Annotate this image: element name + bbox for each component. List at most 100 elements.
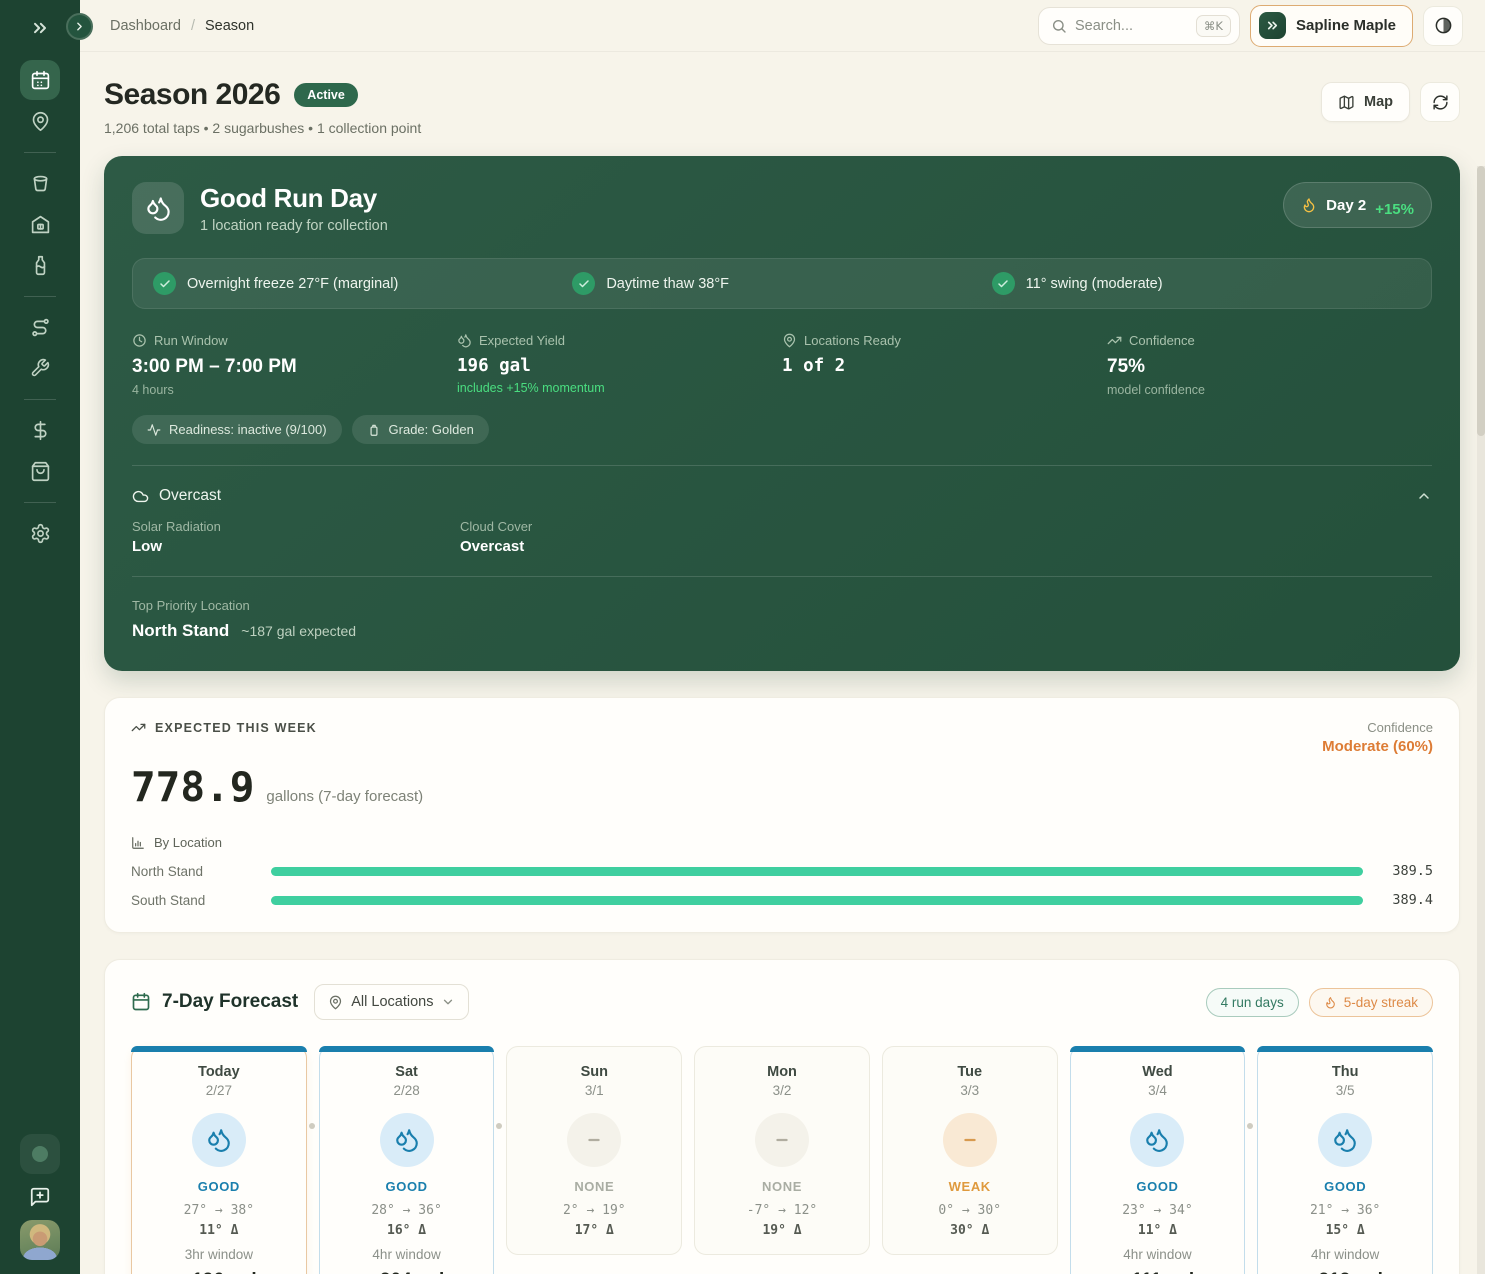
location-filter-value: All Locations (351, 994, 433, 1010)
droplets-icon (132, 182, 184, 234)
scrollbar-thumb[interactable] (1477, 166, 1485, 436)
day-card-topbar (319, 1046, 495, 1052)
bucket-icon (30, 173, 51, 194)
shopping-bag-icon (30, 461, 51, 482)
stat-expected-yield: Expected Yield 196 gal includes +15% mom… (457, 333, 782, 397)
sidebar-item-finance[interactable] (20, 410, 60, 450)
bottle-icon (30, 255, 51, 276)
dash-icon (755, 1113, 809, 1167)
grade-chip: Grade: Golden (352, 415, 489, 444)
main-area: Dashboard / Season ⌘K Sapline Maple (80, 0, 1485, 1274)
search-shortcut-kbd: ⌘K (1196, 15, 1231, 37)
weather-section-header: Overcast (132, 487, 1432, 505)
sidebar-item-equipment[interactable] (20, 348, 60, 388)
chevron-up-icon[interactable] (1416, 488, 1432, 504)
page-header: Season 2026 Active 1,206 total taps • 2 … (104, 78, 1460, 136)
condition-swing: 11° swing (moderate) (992, 272, 1411, 295)
check-icon (572, 272, 595, 295)
sync-status-tile[interactable] (20, 1134, 60, 1174)
condition-text: Overnight freeze 27°F (marginal) (187, 276, 398, 292)
theme-toggle-button[interactable] (1423, 6, 1463, 46)
week-total-unit: gallons (7-day forecast) (266, 788, 423, 805)
sidebar-expand-button[interactable] (66, 13, 93, 40)
brand-button[interactable]: Sapline Maple (1250, 5, 1413, 47)
sidebar-item-routes[interactable] (20, 307, 60, 347)
brand-logo-icon (1259, 12, 1286, 39)
sidebar-item-bottling[interactable] (20, 245, 60, 285)
brand-name: Sapline Maple (1296, 17, 1396, 34)
priority-label: Top Priority Location (132, 598, 1432, 613)
map-button[interactable]: Map (1321, 82, 1410, 122)
chevrons-right-icon (30, 18, 50, 38)
wrench-icon (30, 358, 50, 378)
map-pin-icon (30, 111, 51, 132)
confidence-label: Confidence (1322, 720, 1433, 735)
season-status-badge: Active (294, 83, 358, 107)
streak-connector-dot (1247, 1123, 1253, 1129)
day-card-thu[interactable]: Thu 3/5 GOOD 21° → 36° 15° Δ 4hr window … (1257, 1046, 1433, 1274)
weather-summary: Overcast (159, 487, 221, 505)
day-badge-label: Day 2 (1326, 197, 1366, 214)
check-icon (153, 272, 176, 295)
sidebar-divider (24, 152, 56, 153)
sidebar-item-sales[interactable] (20, 451, 60, 491)
day-badge-boost: +15% (1375, 201, 1414, 218)
location-filter-dropdown[interactable]: All Locations (314, 984, 469, 1020)
cloud-cover-field: Cloud Cover Overcast (460, 519, 1432, 555)
sidebar-nav (20, 60, 60, 554)
sidebar-divider (24, 502, 56, 503)
day-card-sat[interactable]: Sat 2/28 GOOD 28° → 36° 16° Δ 4hr window… (319, 1046, 495, 1274)
day-card-topbar (1257, 1046, 1433, 1052)
day-card-tue[interactable]: Tue 3/3 WEAK 0° → 30° 30° Δ (882, 1046, 1058, 1255)
week-card-title: Expected This Week (155, 721, 317, 735)
scrollbar[interactable] (1477, 166, 1485, 1274)
location-bar-row: North Stand 389.5 (131, 863, 1433, 879)
sidebar (0, 0, 80, 1274)
search-box[interactable]: ⌘K (1038, 7, 1240, 45)
readiness-chip: Readiness: inactive (9/100) (132, 415, 342, 444)
stat-confidence: Confidence 75% model confidence (1107, 333, 1432, 397)
day-card-wed[interactable]: Wed 3/4 GOOD 23° → 34° 11° Δ 4hr window … (1070, 1046, 1246, 1274)
contrast-icon (1434, 16, 1453, 35)
forecast-days-row: Today 2/27 GOOD 27° → 38° 11° Δ 3hr wind… (131, 1046, 1433, 1274)
breadcrumb-separator: / (191, 18, 195, 34)
sidebar-item-sugarhouse[interactable] (20, 204, 60, 244)
breadcrumb-dashboard[interactable]: Dashboard (110, 18, 181, 34)
run-days-badge: 4 run days (1206, 988, 1299, 1017)
sidebar-item-collection[interactable] (20, 163, 60, 203)
day-card-sun[interactable]: Sun 3/1 NONE 2° → 19° 17° Δ (506, 1046, 682, 1255)
dollar-icon (30, 420, 51, 441)
by-location-label: By Location (154, 835, 222, 850)
sidebar-item-locations[interactable] (20, 101, 60, 141)
sidebar-collapse-button[interactable] (30, 16, 50, 40)
streak-connector-dot (309, 1123, 315, 1129)
streak-connector-dot (496, 1123, 502, 1129)
feedback-button[interactable] (29, 1186, 51, 1208)
location-name: North Stand (131, 864, 271, 879)
forecast-title: 7-Day Forecast (162, 991, 298, 1013)
condition-text: 11° swing (moderate) (1026, 276, 1163, 292)
sidebar-item-settings[interactable] (20, 513, 60, 553)
condition-thaw: Daytime thaw 38°F (572, 272, 991, 295)
location-bar (271, 867, 1363, 876)
user-avatar[interactable] (20, 1220, 60, 1260)
search-input[interactable] (1075, 18, 1175, 34)
map-icon (1338, 94, 1355, 111)
sidebar-divider (24, 399, 56, 400)
flame-icon (1301, 197, 1317, 213)
sidebar-item-season[interactable] (20, 60, 60, 100)
jar-icon (367, 423, 381, 437)
confidence-value: Moderate (60%) (1322, 738, 1433, 755)
chevron-down-icon (441, 995, 455, 1009)
trending-up-icon (131, 720, 146, 735)
search-icon (1051, 18, 1067, 34)
topbar-actions: ⌘K Sapline Maple (1038, 5, 1463, 47)
run-day-hero-card: Good Run Day 1 location ready for collec… (104, 156, 1460, 671)
priority-location-name: North Stand (132, 621, 229, 641)
activity-icon (147, 423, 161, 437)
chevron-right-icon (73, 20, 86, 33)
refresh-icon (1432, 94, 1449, 111)
day-card-mon[interactable]: Mon 3/2 NONE -7° → 12° 19° Δ (694, 1046, 870, 1255)
refresh-button[interactable] (1420, 82, 1460, 122)
day-card-today[interactable]: Today 2/27 GOOD 27° → 38° 11° Δ 3hr wind… (131, 1046, 307, 1274)
